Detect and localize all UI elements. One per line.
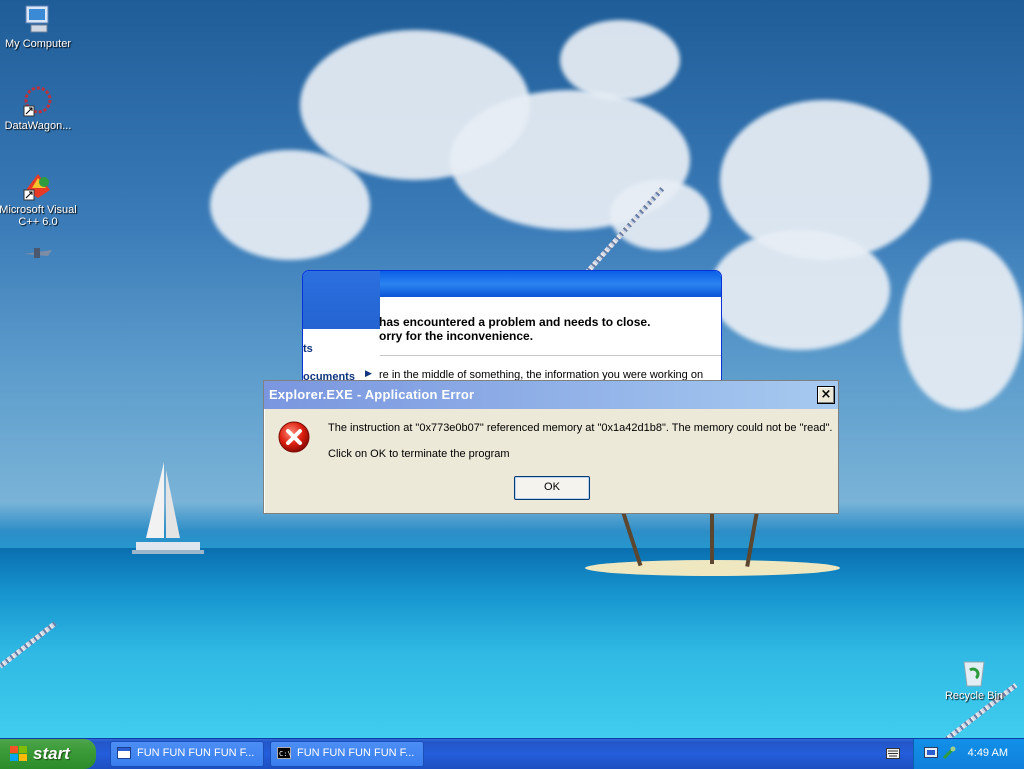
safely-remove-hardware-icon[interactable] (942, 746, 956, 760)
separator (380, 355, 721, 356)
desktop-icon-recycle-bin[interactable]: Recycle Bin (934, 656, 1014, 702)
desktop-icon-label: My Computer (4, 38, 72, 50)
menu-item[interactable]: ts (303, 343, 313, 355)
error-message: The instruction at "0x773e0b07" referenc… (328, 422, 833, 434)
ok-button[interactable]: OK (514, 476, 590, 500)
desktop-icon-label: Recycle Bin (944, 690, 1004, 702)
cloud (210, 150, 370, 260)
clock[interactable]: 4:49 AM (968, 747, 1008, 759)
application-error-dialog[interactable]: Explorer.EXE - Application Error × The i… (263, 380, 839, 514)
windows-flag-icon (10, 746, 27, 761)
cloud (560, 20, 680, 100)
keyboard-icon[interactable] (886, 748, 900, 759)
chevron-right-icon: ▶ (365, 369, 372, 379)
error-report-heading: has encountered a problem and needs to c… (379, 315, 651, 329)
desktop-icon-label: DataWagon... (4, 120, 72, 132)
datawagon-shortcut-icon (22, 86, 54, 118)
svg-text:C:\: C:\ (279, 750, 291, 758)
network-icon[interactable] (924, 747, 938, 759)
cloud (900, 240, 1024, 410)
desktop-icon-unlabeled[interactable] (0, 244, 78, 262)
cloud (710, 230, 890, 350)
background-error-report-window[interactable]: has encountered a problem and needs to c… (302, 270, 722, 384)
error-hint: Click on OK to terminate the program (328, 448, 510, 460)
error-icon (278, 421, 310, 453)
desktop-icon-visual-cpp[interactable]: Microsoft Visual C++ 6.0 (0, 170, 78, 228)
recycle-bin-icon (958, 656, 990, 688)
taskbar-button-label: FUN FUN FUN FUN F... (297, 747, 415, 759)
taskbar-button[interactable]: FUN FUN FUN FUN F... (110, 741, 264, 767)
sea (0, 548, 1024, 738)
taskbar: start FUN FUN FUN FUN F... C:\ FUN FUN F… (0, 738, 1024, 769)
taskbar-button-label: FUN FUN FUN FUN F... (137, 747, 255, 759)
my-computer-icon (22, 4, 54, 36)
dialog-titlebar[interactable]: Explorer.EXE - Application Error × (264, 381, 838, 409)
plane-icon (22, 244, 54, 260)
visual-cpp-icon (22, 170, 54, 202)
close-button[interactable]: × (817, 386, 835, 404)
error-report-apology: orry for the inconvenience. (379, 329, 534, 343)
window-icon (117, 747, 131, 759)
sailboat (132, 462, 204, 554)
desktop-icon-my-computer[interactable]: My Computer (0, 4, 78, 50)
palm-trunk (710, 512, 714, 564)
dialog-title: Explorer.EXE - Application Error (269, 387, 475, 402)
taskbar-button[interactable]: C:\ FUN FUN FUN FUN F... (270, 741, 424, 767)
command-prompt-icon: C:\ (277, 747, 291, 759)
start-label: start (33, 744, 70, 763)
system-tray: 4:49 AM (913, 739, 1024, 769)
start-button[interactable]: start (0, 739, 96, 769)
desktop-icon-label: Microsoft Visual C++ 6.0 (0, 204, 77, 228)
desktop-icon-datawagon[interactable]: DataWagon... (0, 86, 78, 132)
